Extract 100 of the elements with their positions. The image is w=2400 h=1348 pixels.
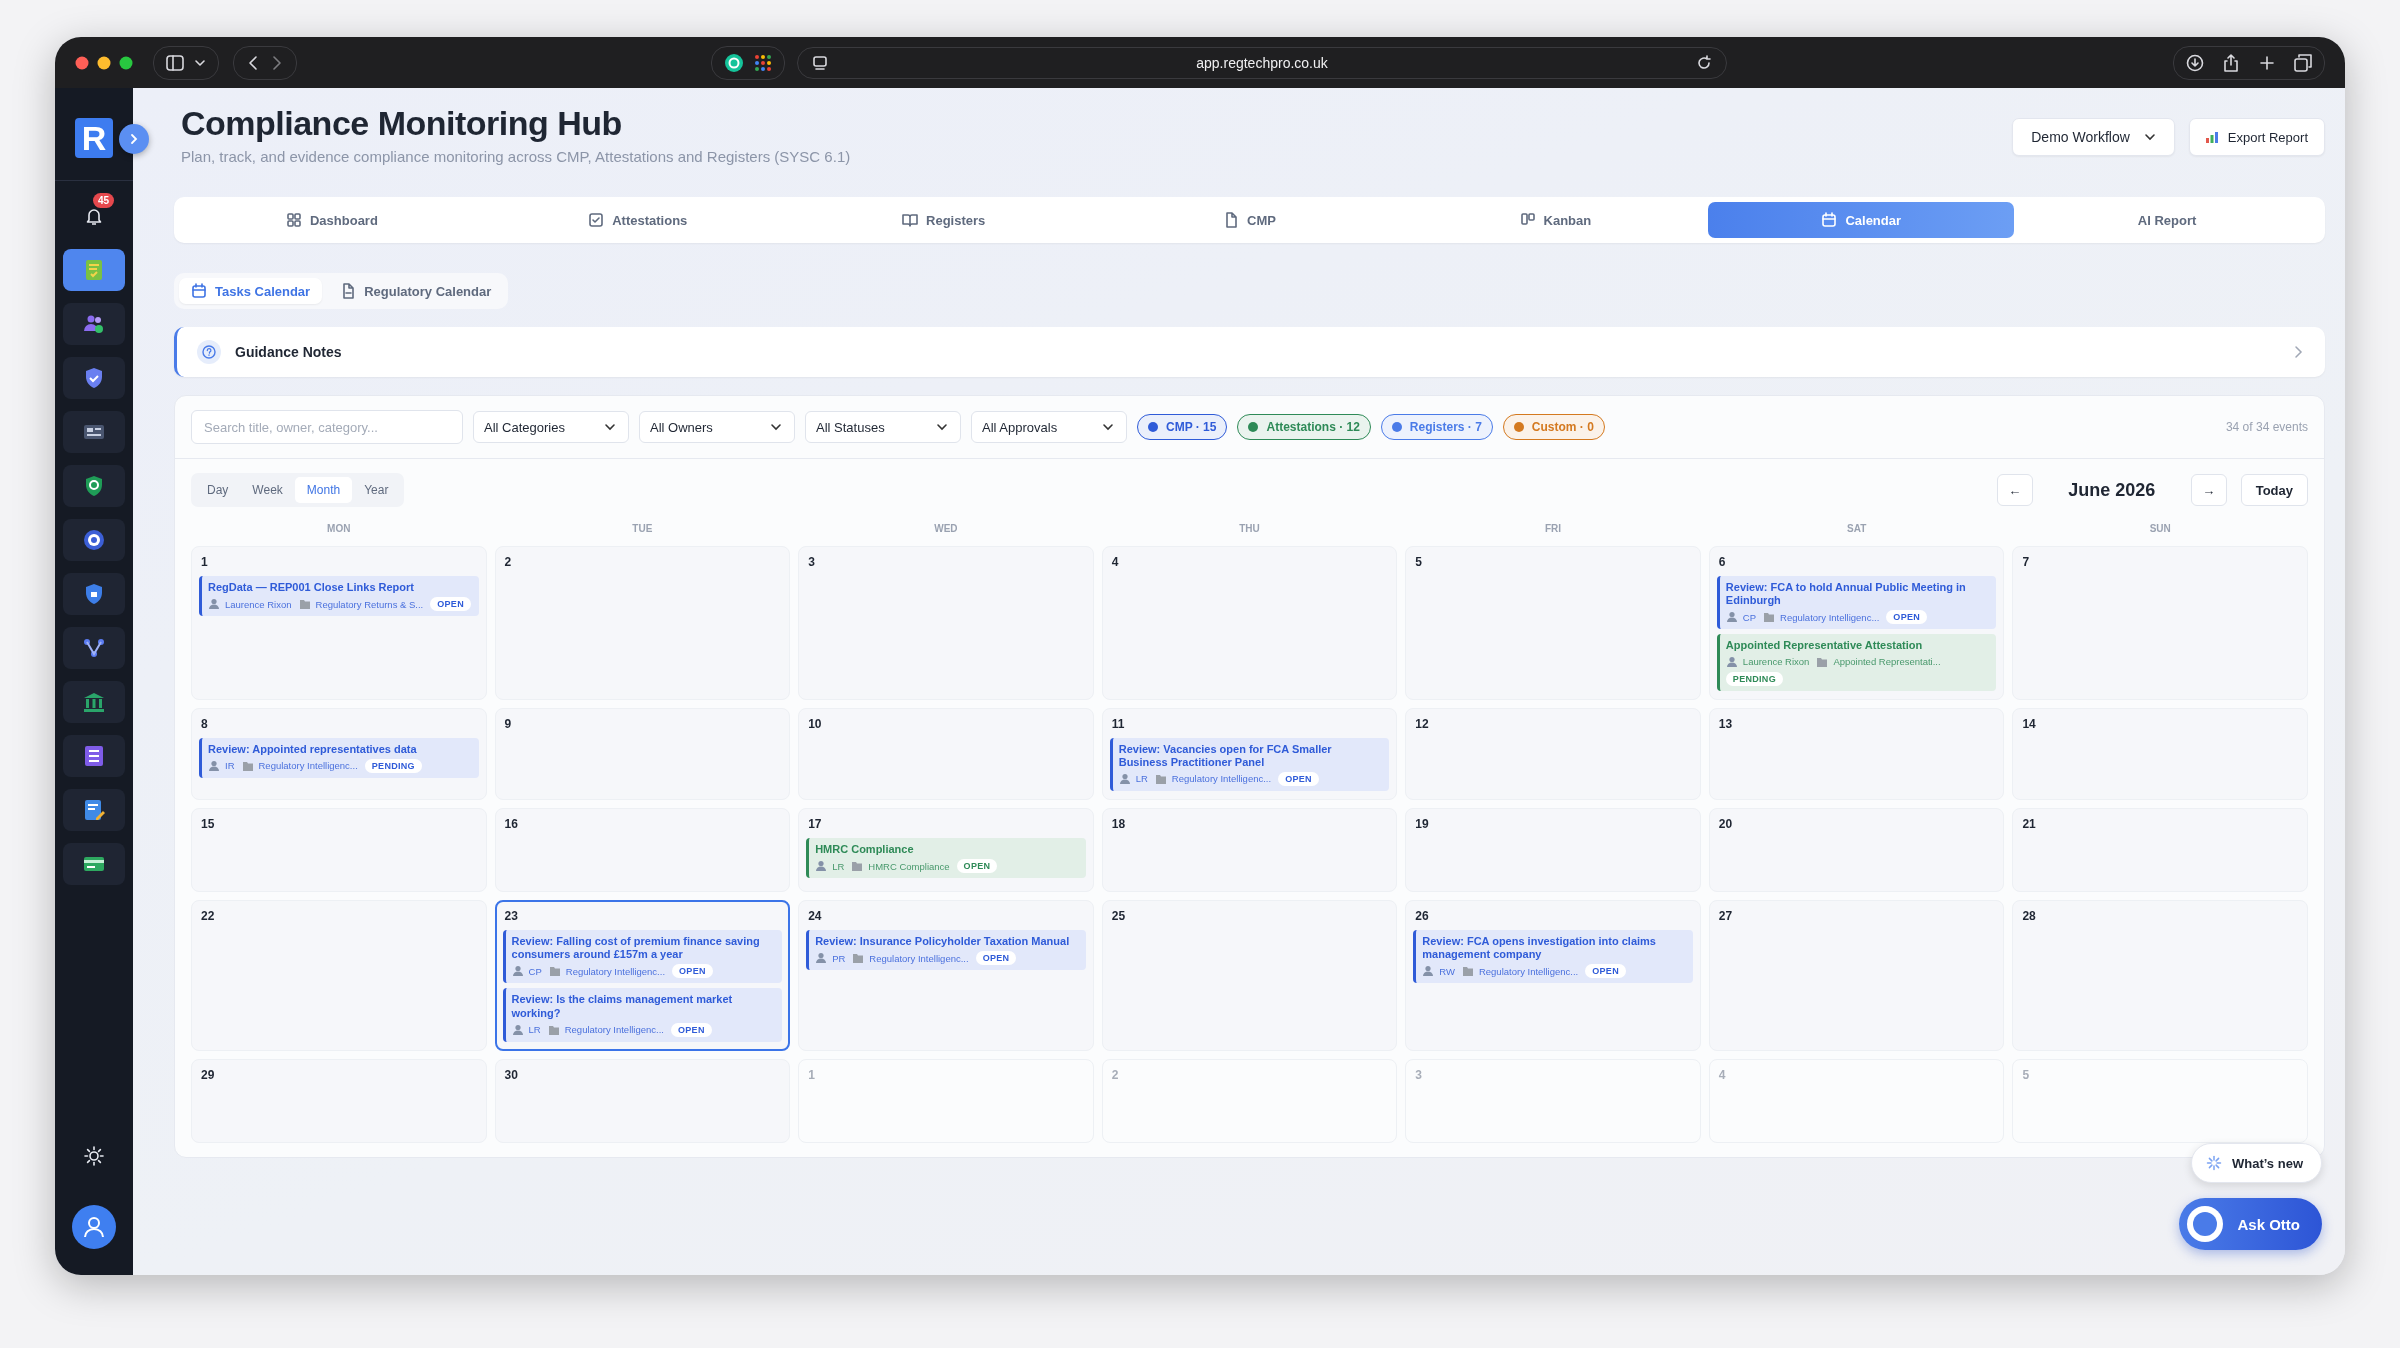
sidebar-item[interactable] [63, 843, 125, 885]
day-number: 5 [1414, 555, 1423, 569]
reload-icon[interactable] [1696, 54, 1712, 71]
day-cell[interactable]: 16 [494, 807, 791, 892]
tab[interactable]: Attestations [484, 202, 791, 238]
share-icon[interactable] [2222, 53, 2240, 72]
next-month-button[interactable]: → [2190, 474, 2227, 506]
view-option[interactable]: Year [352, 477, 401, 503]
whats-new-button[interactable]: What’s new [2190, 1143, 2322, 1183]
day-cell[interactable]: 18 [1101, 807, 1398, 892]
day-cell[interactable]: 3 [798, 546, 1094, 700]
day-cell[interactable]: 21 [2012, 807, 2308, 892]
day-cell[interactable]: 15 [191, 807, 487, 892]
subtab[interactable]: Regulatory Calendar [328, 278, 504, 304]
day-cell[interactable]: 5 [1405, 546, 1701, 700]
tab[interactable]: Dashboard [179, 202, 485, 238]
tab[interactable]: Registers [790, 202, 1097, 238]
day-cell[interactable]: 22 [191, 899, 487, 1051]
network-icon [82, 636, 106, 660]
day-cell[interactable]: 17 HMRC Compliance LR HMRC Compliance OPEN [798, 807, 1094, 892]
day-cell[interactable]: 12 [1405, 707, 1701, 800]
legend-chip[interactable]: Attestations · 12 [1237, 414, 1371, 440]
sidebar-item[interactable] [63, 465, 125, 507]
day-cell[interactable]: 24 Review: Insurance Policyholder Taxation Manual PR Regulatory Intelligenc... OPEN [798, 899, 1094, 1051]
day-cell[interactable]: 23 Review: Falling cost of premium finance saving consumers around £157m a year CP Regulatory Intelligenc... OPEN Review: Is the claims management market working? LR Regulatory Intelligenc... OPEN [494, 899, 791, 1051]
app-logo[interactable]: R [75, 118, 113, 158]
day-cell[interactable]: 20 [1708, 807, 2005, 892]
day-number: 1 [200, 555, 209, 569]
event-card[interactable]: Review: Appointed representatives data IR Regulatory Intelligenc... PENDING [199, 737, 479, 778]
day-cell[interactable]: 30 [494, 1058, 791, 1143]
sidebar-item[interactable] [63, 303, 125, 345]
day-cell[interactable]: 13 [1708, 707, 2005, 800]
day-cell[interactable]: 14 [2012, 707, 2308, 800]
day-cell[interactable]: 6 Review: FCA to hold Annual Public Meeting in Edinburgh CP Regulatory Intelligenc... OPEN Appointed Representative Attestation Laurence Rixon Appointed Representati... PENDING [1708, 546, 2005, 700]
day-cell[interactable]: 28 [2012, 899, 2308, 1051]
filter-dropdown[interactable]: All Statuses [805, 411, 961, 443]
day-cell[interactable]: 7 [2012, 546, 2308, 700]
tab[interactable]: Kanban [1402, 202, 1709, 238]
day-cell[interactable]: 25 [1101, 899, 1398, 1051]
sidebar-item[interactable] [63, 735, 125, 777]
event-card[interactable]: Review: Vacancies open for FCA Smaller Business Practitioner Panel LR Regulatory Intelligenc... OPEN [1109, 737, 1390, 791]
edit-document-icon [82, 798, 106, 822]
event-card[interactable]: Review: Falling cost of premium finance saving consumers around £157m a year CP Regulatory Intelligenc... OPEN [502, 929, 783, 984]
day-cell[interactable]: 2 [494, 546, 791, 700]
day-cell[interactable]: 4 [1101, 546, 1398, 700]
subtab[interactable]: Tasks Calendar [179, 278, 323, 304]
status-badge: OPEN [430, 597, 471, 612]
ask-assistant-button[interactable]: Ask Otto [2179, 1198, 2322, 1250]
event-card[interactable]: RegData — REP001 Close Links Report Laurence Rixon Regulatory Returns & S... OPEN [199, 576, 479, 617]
view-option[interactable]: Week [240, 477, 295, 503]
view-option[interactable]: Month [294, 477, 353, 503]
today-button[interactable]: Today [2240, 474, 2308, 506]
event-card[interactable]: Review: FCA opens investigation into claims management company RW Regulatory Intelligenc... OPEN [1413, 929, 1693, 984]
legend-chip[interactable]: Registers · 7 [1380, 414, 1493, 440]
extension-icon[interactable] [724, 52, 744, 73]
event-category: Regulatory Intelligenc... [258, 760, 358, 772]
event-title: Review: FCA to hold Annual Public Meeting in Edinburgh [1725, 581, 1967, 608]
day-cell[interactable]: 9 [494, 707, 791, 800]
download-icon[interactable] [2186, 53, 2204, 72]
sidebar-item[interactable] [63, 411, 125, 453]
tab[interactable]: AI Report [2014, 202, 2320, 238]
plus-icon[interactable] [2258, 53, 2276, 72]
day-cell[interactable]: 11 Review: Vacancies open for FCA Smaller Business Practitioner Panel LR Regulatory Intelligenc... OPEN [1101, 707, 1398, 800]
day-cell[interactable]: 27 [1708, 899, 2005, 1051]
sidebar-toggle-button[interactable] [153, 45, 219, 80]
event-card[interactable]: Review: Is the claims management market working? LR Regulatory Intelligenc... OPEN [502, 988, 783, 1042]
filter-dropdown[interactable]: All Categories [473, 411, 629, 443]
sidebar-icon [166, 54, 184, 71]
event-card[interactable]: HMRC Compliance LR HMRC Compliance OPEN [806, 837, 1086, 879]
filter-dropdown[interactable]: All Owners [639, 411, 795, 443]
day-cell[interactable]: 26 Review: FCA opens investigation into claims management company RW Regulatory Intelligenc... OPEN [1405, 899, 1701, 1051]
event-card[interactable]: Appointed Representative Attestation Laurence Rixon Appointed Representati... PENDING [1716, 634, 1997, 691]
view-option[interactable]: Day [195, 477, 241, 503]
event-category: Regulatory Intelligenc... [1171, 773, 1272, 785]
guidance-notes-panel[interactable]: Guidance Notes [174, 327, 2325, 377]
tab[interactable]: CMP [1096, 202, 1403, 238]
legend-chip[interactable]: CMP · 15 [1137, 414, 1228, 440]
day-cell[interactable]: 29 [191, 1058, 487, 1143]
sidebar-item[interactable] [63, 789, 125, 831]
search-field[interactable]: Search title, owner, category... [191, 410, 463, 444]
notifications-button[interactable]: 45 [63, 195, 125, 237]
day-cell[interactable]: 10 [798, 707, 1094, 800]
day-cell[interactable]: 1 RegData — REP001 Close Links Report Laurence Rixon Regulatory Returns & S... OPEN [191, 546, 487, 700]
previous-month-button[interactable]: ← [1996, 474, 2033, 506]
forward-icon[interactable] [270, 54, 284, 71]
apps-grid-icon[interactable] [754, 53, 772, 72]
day-number: 17 [807, 816, 823, 831]
day-number: 18 [1110, 816, 1127, 831]
tabs-icon[interactable] [2294, 53, 2312, 72]
day-cell[interactable]: 8 Review: Appointed representatives data IR Regulatory Intelligenc... PENDING [191, 707, 487, 800]
filter-dropdown[interactable]: All Approvals [971, 411, 1127, 443]
user-avatar-icon[interactable] [72, 1205, 116, 1249]
export-report-button[interactable]: Export Report [2188, 118, 2325, 156]
back-icon[interactable] [246, 54, 260, 71]
expand-button[interactable] [119, 124, 149, 154]
workflow-dropdown[interactable]: Demo Workflow [2012, 118, 2175, 156]
sidebar-item[interactable] [63, 519, 125, 561]
event-card[interactable]: Review: Insurance Policyholder Taxation Manual PR Regulatory Intelligenc... OPEN [806, 929, 1086, 971]
day-cell[interactable]: 19 [1405, 807, 1701, 892]
event-card[interactable]: Review: FCA to hold Annual Public Meeting in Edinburgh CP Regulatory Intelligenc... OPEN [1716, 576, 1997, 630]
